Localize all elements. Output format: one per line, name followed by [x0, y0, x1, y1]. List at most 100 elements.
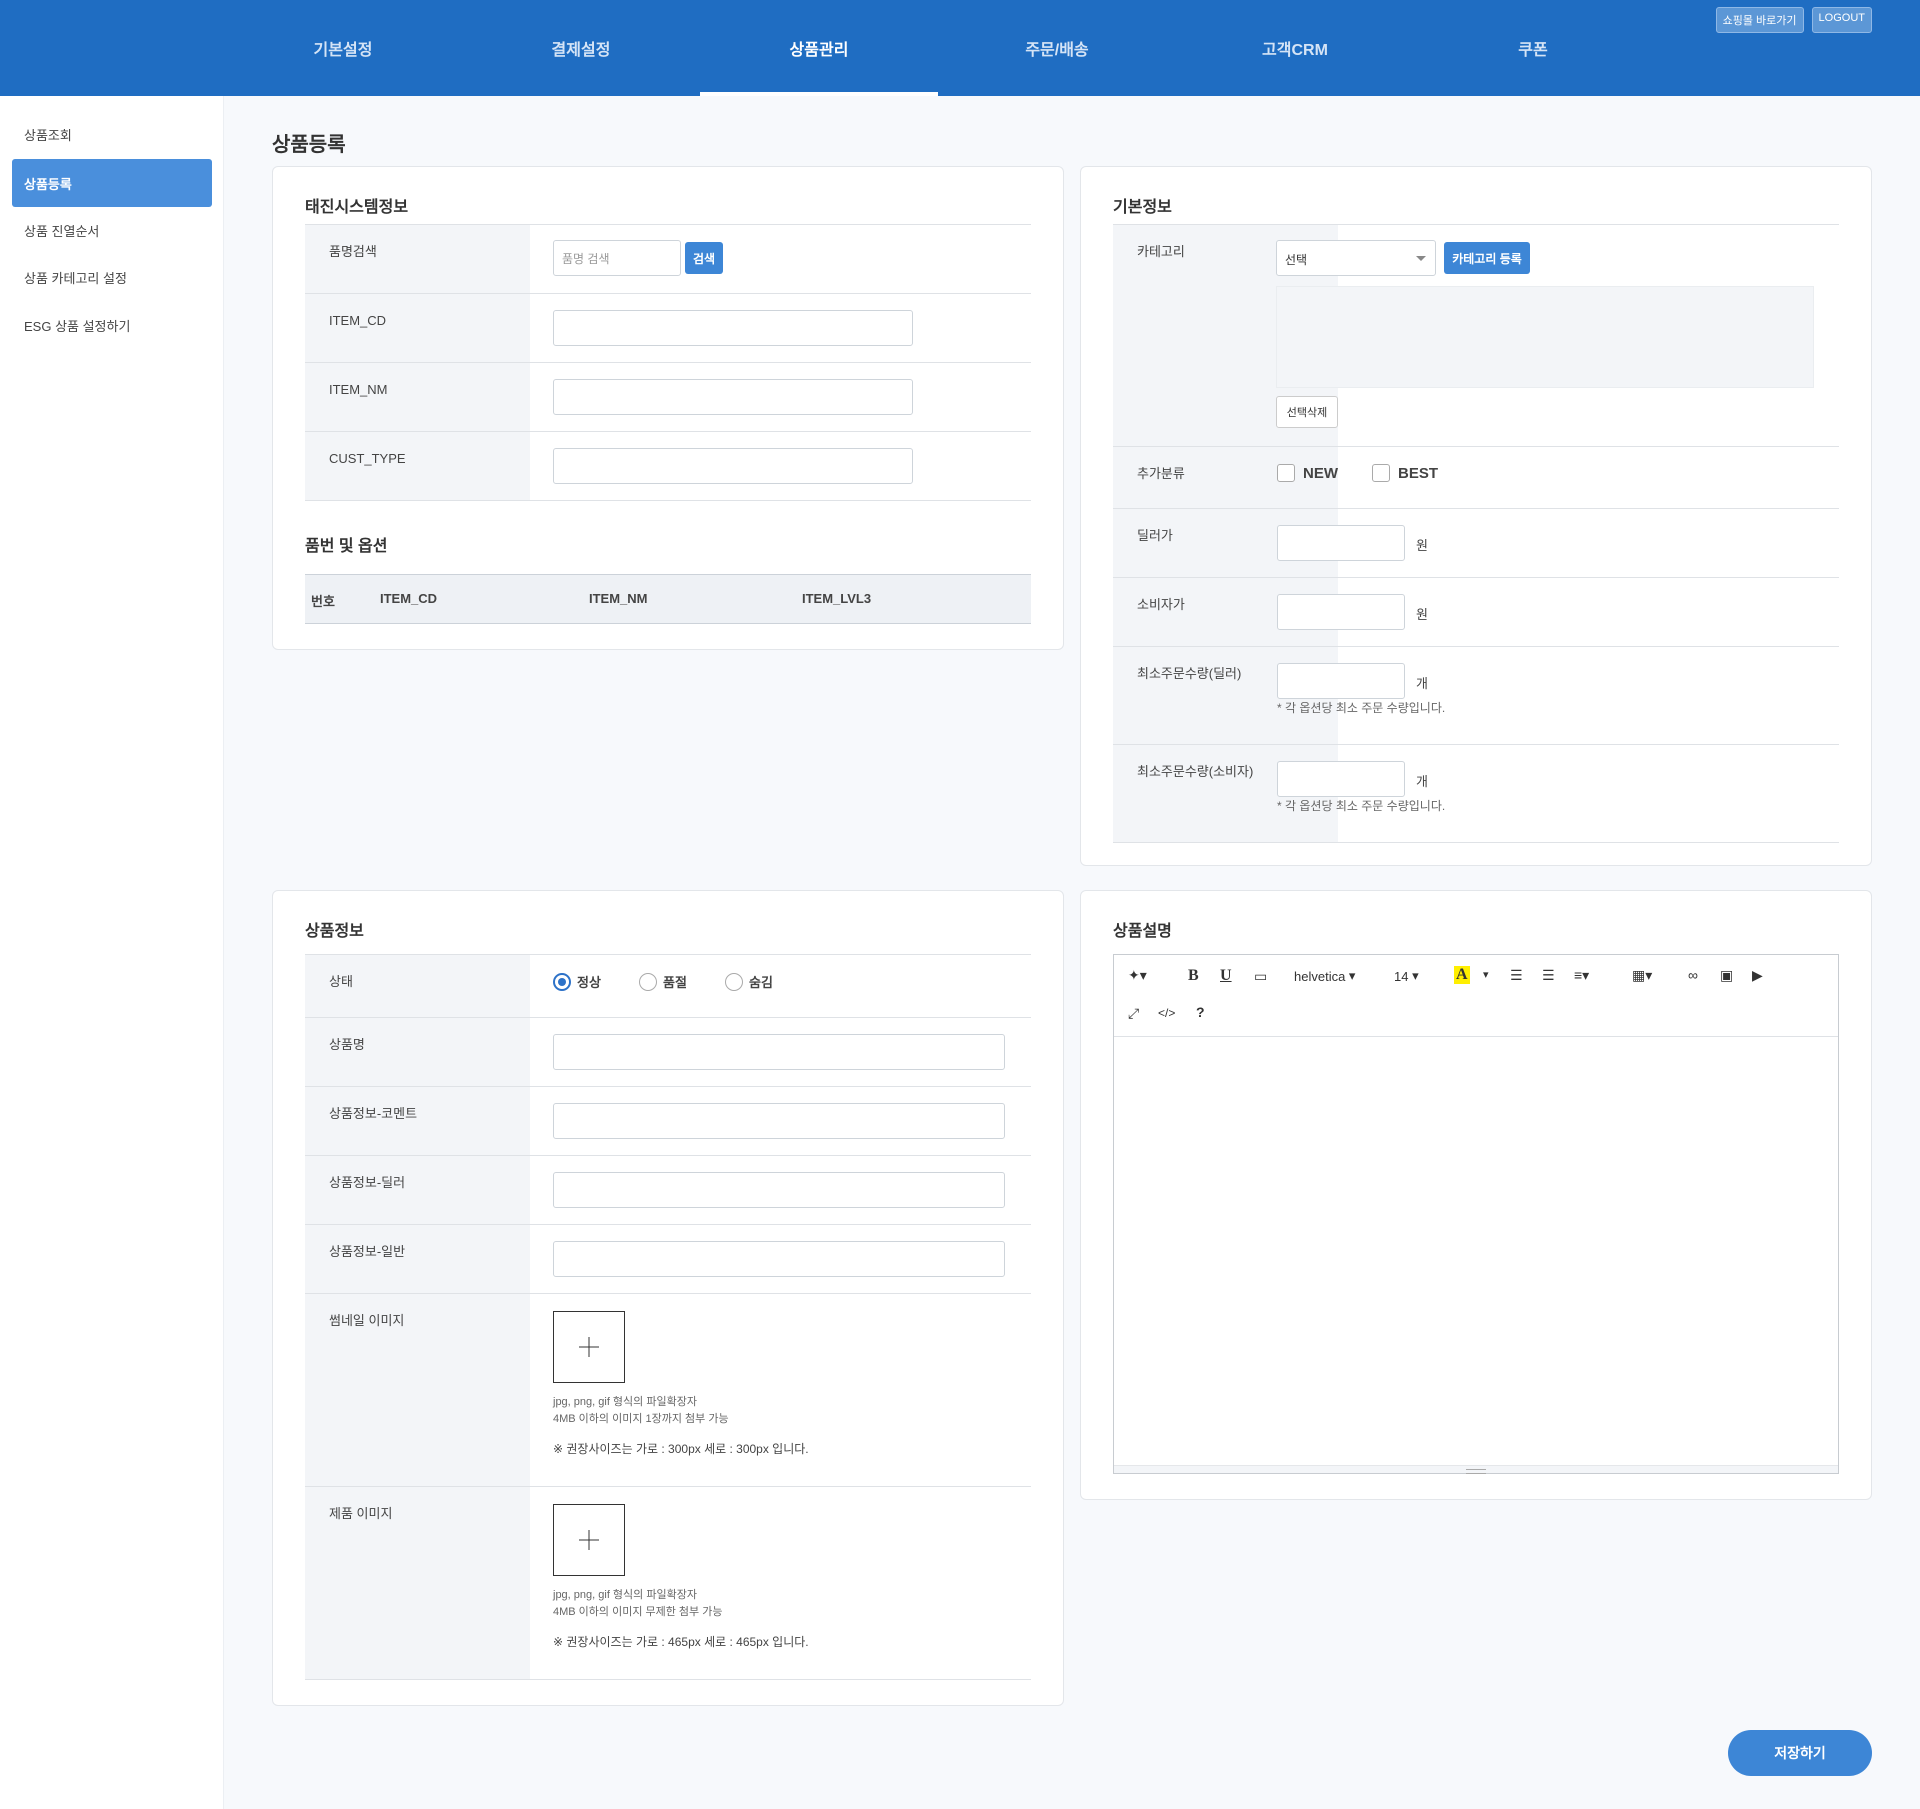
font-family-dropdown[interactable]: helvetica ▾ [1294, 968, 1355, 984]
status-normal-radio[interactable]: 정상 [553, 972, 601, 991]
sidebar-item-product-search[interactable]: 상품조회 [12, 110, 212, 158]
code-view-icon[interactable]: </> [1158, 1006, 1175, 1020]
radio-icon[interactable] [639, 972, 657, 991]
status-soldout-label: 품절 [663, 975, 687, 990]
product-name-row: 상품명 [305, 1018, 1031, 1087]
sidebar-item-category-settings[interactable]: 상품 카테고리 설정 [12, 253, 212, 301]
help-icon[interactable]: ? [1196, 1004, 1205, 1020]
item-search-button[interactable]: 검색 [685, 242, 723, 274]
product-dealer-row: 상품정보-딜러 [305, 1156, 1031, 1225]
nav-basic-settings[interactable]: 기본설정 [224, 0, 462, 96]
bold-icon[interactable]: B [1188, 967, 1199, 985]
nav-order-shipping[interactable]: 주문/배송 [938, 0, 1176, 96]
font-color-icon[interactable]: A [1454, 966, 1470, 984]
paragraph-align-icon[interactable]: ≡▾ [1574, 967, 1589, 984]
product-comment-row: 상품정보-코멘트 [305, 1087, 1031, 1156]
editor-resize-handle[interactable] [1114, 1465, 1838, 1473]
nav-product-management[interactable]: 상품관리 [700, 0, 938, 96]
extra-class-row: 추가분류 NEW BEST [1113, 447, 1839, 509]
logout-button[interactable]: LOGOUT [1811, 7, 1872, 33]
product-image-label: 제품 이미지 [305, 1487, 530, 1679]
product-image-upload-button[interactable] [553, 1504, 625, 1576]
col-number: 번호 [311, 594, 335, 609]
product-info-panel: 상품정보 상태 정상 품절 숨김 상품명 상품정보-코멘트 상품정보-딜러 상품… [272, 890, 1064, 1706]
category-select[interactable]: 선택 [1276, 240, 1436, 276]
thumbnail-row: 썸네일 이미지 jpg, png, gif 형식의 파일확장자 4MB 이하의 … [305, 1294, 1031, 1487]
font-size-value: 14 [1394, 968, 1409, 984]
status-soldout-radio[interactable]: 품절 [639, 972, 687, 991]
nav-payment-settings[interactable]: 결제설정 [462, 0, 700, 96]
min-qty-dealer-input[interactable] [1277, 663, 1405, 699]
item-cd-input[interactable] [553, 310, 913, 346]
consumer-price-input[interactable] [1277, 594, 1405, 630]
fullscreen-icon[interactable]: ⤢ [1128, 1005, 1139, 1022]
item-search-row: 품명검색 품명 검색 검색 [305, 225, 1031, 294]
status-row: 상태 정상 품절 숨김 [305, 955, 1031, 1018]
product-name-input[interactable] [553, 1034, 1005, 1070]
min-qty-dealer-row: 최소주문수량(딜러) 개 * 각 옵션당 최소 주문 수량입니다. [1113, 647, 1839, 745]
radio-icon[interactable] [725, 972, 743, 991]
new-checkbox[interactable]: NEW [1277, 464, 1338, 482]
col-item-lvl3: ITEM_LVL3 [802, 591, 872, 606]
save-button[interactable]: 저장하기 [1728, 1730, 1872, 1776]
col-item-nm: ITEM_NM [589, 591, 648, 606]
unordered-list-icon[interactable]: ☰ [1510, 967, 1523, 984]
system-info-panel: 태진시스템정보 품명검색 품명 검색 검색 ITEM_CD ITEM_NM CU… [272, 166, 1064, 650]
min-qty-consumer-input[interactable] [1277, 761, 1405, 797]
nav-coupon[interactable]: 쿠폰 [1414, 0, 1652, 96]
product-image-hint-limit: 4MB 이하의 이미지 무제한 첨부 가능 [553, 1606, 723, 1618]
sidebar-item-esg-settings[interactable]: ESG 상품 설정하기 [12, 301, 212, 349]
item-nm-label: ITEM_NM [305, 363, 530, 431]
ordered-list-icon[interactable]: ☰ [1542, 967, 1555, 984]
color-dropdown-icon[interactable]: ▾ [1483, 968, 1489, 981]
table-icon[interactable]: ▦▾ [1632, 967, 1652, 984]
consumer-price-unit: 원 [1416, 607, 1428, 622]
magic-style-icon[interactable]: ✦▾ [1128, 967, 1147, 984]
status-normal-label: 정상 [577, 975, 601, 990]
sidebar-item-display-order[interactable]: 상품 진열순서 [12, 206, 212, 254]
product-comment-input[interactable] [553, 1103, 1005, 1139]
cust-type-label: CUST_TYPE [305, 432, 530, 500]
cust-type-input[interactable] [553, 448, 913, 484]
picture-icon[interactable]: ▣ [1720, 967, 1733, 984]
nav-customer-crm[interactable]: 고객CRM [1176, 0, 1414, 96]
new-checkbox-label: NEW [1303, 464, 1338, 482]
category-register-button[interactable]: 카테고리 등록 [1444, 242, 1530, 274]
options-title: 품번 및 옵션 [305, 538, 388, 555]
rich-text-editor[interactable]: ✦▾ B U ▭ helvetica ▾ 14 ▾ A ▾ ☰ ☰ ≡▾ ▦▾ … [1113, 954, 1839, 1474]
underline-icon[interactable]: U [1220, 967, 1232, 985]
dealer-price-input[interactable] [1277, 525, 1405, 561]
cust-type-row: CUST_TYPE [305, 432, 1031, 501]
new-checkbox-box[interactable] [1277, 464, 1295, 482]
product-name-label: 상품명 [305, 1018, 530, 1086]
eraser-icon[interactable]: ▭ [1254, 968, 1267, 985]
editor-toolbar: ✦▾ B U ▭ helvetica ▾ 14 ▾ A ▾ ☰ ☰ ≡▾ ▦▾ … [1114, 955, 1838, 1037]
selected-category-list[interactable] [1276, 286, 1814, 388]
description-title: 상품설명 [1113, 923, 1172, 940]
col-item-cd: ITEM_CD [380, 591, 438, 606]
item-search-input[interactable]: 품명 검색 [553, 240, 681, 276]
thumbnail-upload-button[interactable] [553, 1311, 625, 1383]
top-links: 쇼핑몰 바로가기 LOGOUT [1715, 7, 1872, 33]
best-checkbox-box[interactable] [1372, 464, 1390, 482]
status-hidden-radio[interactable]: 숨김 [725, 972, 773, 991]
thumbnail-label: 썸네일 이미지 [305, 1294, 530, 1486]
top-navigation-bar: 쇼핑몰 바로가기 LOGOUT 기본설정 결제설정 상품관리 주문/배송 고객C… [0, 0, 1920, 96]
item-nm-input[interactable] [553, 379, 913, 415]
status-hidden-label: 숨김 [749, 975, 773, 990]
radio-selected-icon[interactable] [553, 972, 571, 991]
product-general-input[interactable] [553, 1241, 1005, 1277]
product-dealer-input[interactable] [553, 1172, 1005, 1208]
delete-selected-button[interactable]: 선택삭제 [1276, 396, 1338, 428]
best-checkbox[interactable]: BEST [1372, 464, 1438, 482]
sidebar-item-product-register[interactable]: 상품등록 [12, 159, 212, 207]
product-general-label: 상품정보-일반 [305, 1225, 530, 1293]
description-panel: 상품설명 ✦▾ B U ▭ helvetica ▾ 14 ▾ A ▾ ☰ ☰ ≡… [1080, 890, 1872, 1500]
product-comment-label: 상품정보-코멘트 [305, 1087, 530, 1155]
shop-link-button[interactable]: 쇼핑몰 바로가기 [1715, 7, 1804, 33]
font-size-dropdown[interactable]: 14 ▾ [1394, 968, 1419, 984]
thumbnail-size-hint: ※ 권장사이즈는 가로 : 300px 세로 : 300px 입니다. [553, 1442, 809, 1456]
product-dealer-label: 상품정보-딜러 [305, 1156, 530, 1224]
video-icon[interactable]: ▶ [1752, 967, 1763, 984]
link-icon[interactable]: ∞ [1688, 967, 1698, 983]
